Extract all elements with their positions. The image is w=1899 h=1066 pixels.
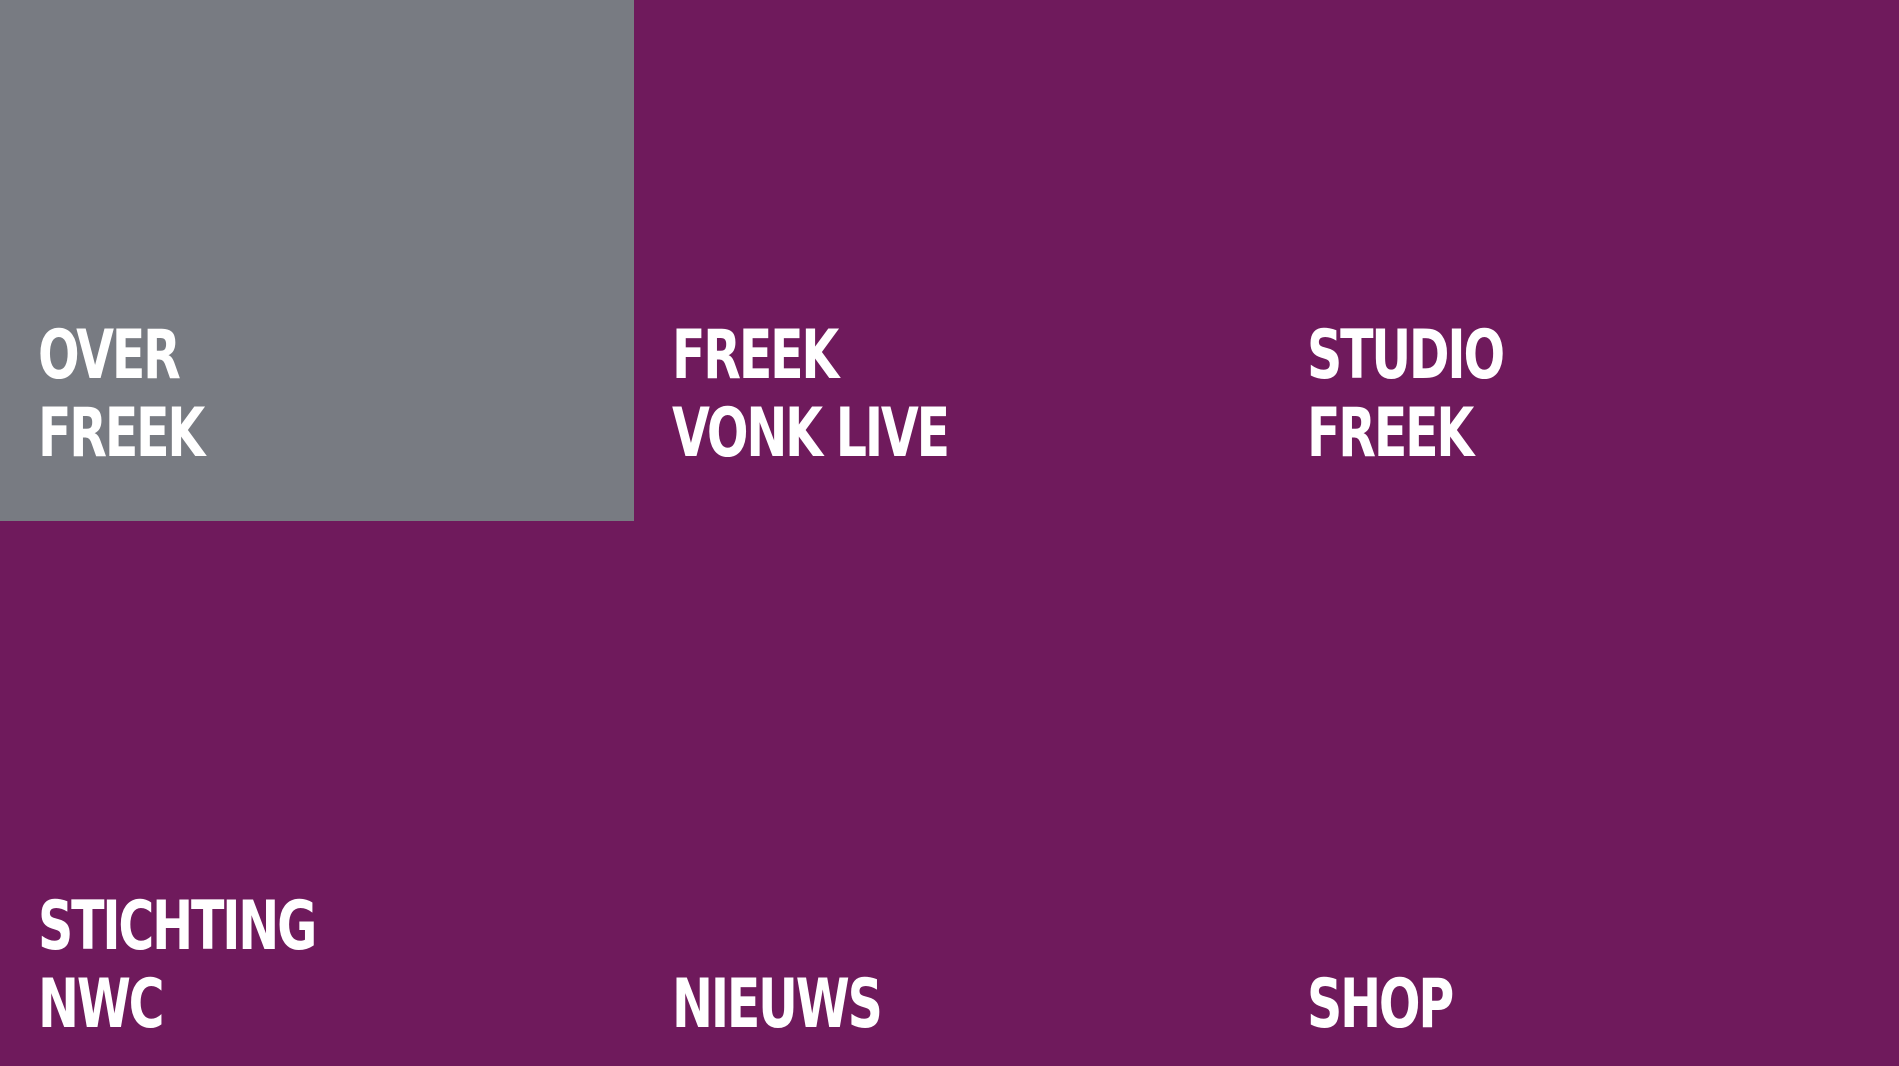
menu-tile-label: NIEUWS [672,965,883,1044]
menu-tile-label: SHOP [1307,965,1454,1044]
menu-tile-label-line2: FREEK [38,394,205,473]
menu-tile-shop[interactable]: SHOP [1269,521,1899,1066]
menu-tile-stichting-nwc[interactable]: STICHTING NWC [0,521,634,1066]
menu-tile-label: STUDIO FREEK [1307,316,1505,473]
menu-tile-label-line2: NWC [38,965,165,1044]
menu-grid: OVER FREEK FREEK VONK LIVE STUDIO FREEK … [0,0,1899,1066]
menu-tile-freek-vonk-live[interactable]: FREEK VONK LIVE [634,0,1269,521]
menu-tile-label-line2: FREEK [1307,394,1474,473]
menu-tile-studio-freek[interactable]: STUDIO FREEK [1269,0,1899,521]
menu-tile-label-line1: STICHTING [38,887,317,966]
menu-tile-label-line1: FREEK [672,316,839,395]
menu-tile-nieuws[interactable]: NIEUWS [634,521,1269,1066]
menu-tile-over-freek[interactable]: OVER FREEK [0,0,634,521]
menu-tile-label-line2: NIEUWS [672,965,883,1044]
menu-tile-label-line1: STUDIO [1307,316,1505,395]
menu-tile-label-line2: VONK LIVE [672,394,950,473]
menu-tile-label: FREEK VONK LIVE [672,316,950,473]
menu-tile-label: OVER FREEK [38,316,205,473]
menu-tile-label: STICHTING NWC [38,887,317,1044]
menu-tile-label-line2: SHOP [1307,965,1454,1044]
menu-tile-label-line1: OVER [38,316,181,395]
